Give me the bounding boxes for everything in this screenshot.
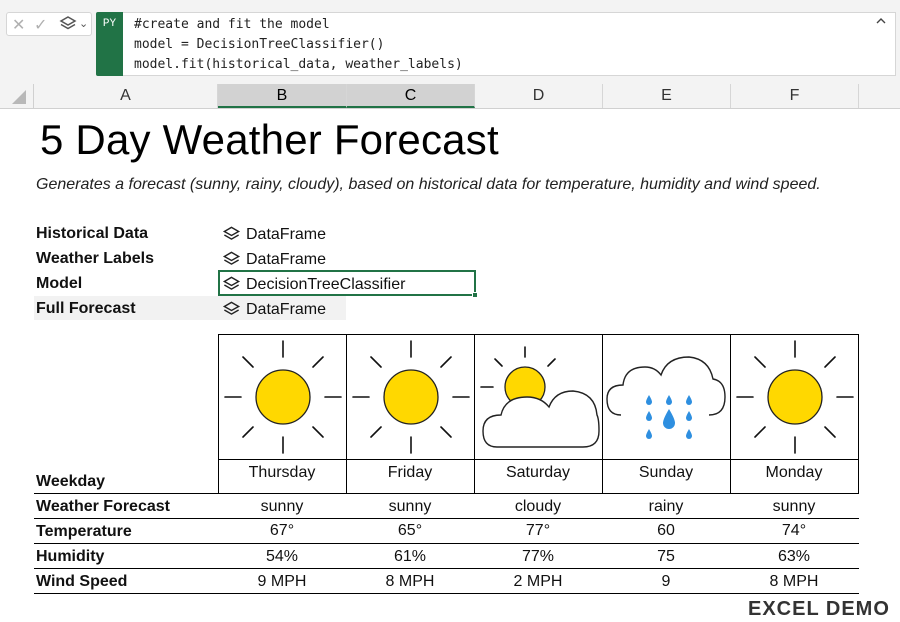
- code-line: #create and fit the model: [134, 17, 330, 32]
- label-model: Model: [36, 275, 83, 292]
- grid-line: [34, 493, 859, 494]
- humidity-cell[interactable]: 54%: [218, 548, 346, 566]
- column-header-c[interactable]: C: [347, 84, 475, 108]
- row-label-weekday: Weekday: [36, 473, 106, 490]
- grid-line: [858, 459, 859, 494]
- label-historical-data: Historical Data: [36, 225, 149, 242]
- weather-icon-cell: [218, 334, 347, 460]
- page-subtitle: Generates a forecast (sunny, rainy, clou…: [36, 176, 821, 193]
- cancel-icon[interactable]: ✕: [12, 15, 25, 34]
- column-header-d[interactable]: D: [475, 84, 603, 108]
- cell-historical-data[interactable]: DataFrame: [222, 225, 326, 244]
- temperature-cell[interactable]: 77°: [474, 522, 602, 540]
- cell-value: DataFrame: [246, 300, 327, 318]
- weekday-cell[interactable]: Sunday: [602, 464, 730, 482]
- sun-icon: [736, 340, 854, 454]
- column-header-b[interactable]: B: [218, 84, 347, 108]
- temperature-cell[interactable]: 74°: [730, 522, 858, 540]
- fill-handle[interactable]: [472, 292, 478, 298]
- cell-value: DataFrame: [246, 225, 327, 243]
- cloudy-icon: [480, 346, 600, 448]
- humidity-cell[interactable]: 75: [602, 548, 730, 566]
- weather-cell[interactable]: rainy: [602, 498, 730, 516]
- temperature-cell[interactable]: 60: [602, 522, 730, 540]
- collapse-formula-bar-icon[interactable]: [875, 15, 887, 30]
- weather-icon-cell: [474, 334, 603, 460]
- sun-icon: [224, 340, 342, 454]
- weather-icon-cell: [346, 334, 475, 460]
- row-label-temperature: Temperature: [36, 523, 132, 540]
- humidity-cell[interactable]: 77%: [474, 548, 602, 566]
- wind-speed-cell[interactable]: 2 MPH: [474, 573, 602, 591]
- name-box[interactable]: ✕ ✓ ⌄: [6, 12, 92, 36]
- grid-line: [34, 593, 859, 594]
- weekday-cell[interactable]: Saturday: [474, 464, 602, 482]
- weekday-cell[interactable]: Monday: [730, 464, 858, 482]
- humidity-cell[interactable]: 63%: [730, 548, 858, 566]
- code-line: model.fit(historical_data, weather_label…: [134, 57, 463, 72]
- rain-icon: [606, 356, 726, 439]
- cell-weather-labels[interactable]: DataFrame: [222, 250, 326, 269]
- python-object-icon[interactable]: [58, 14, 78, 38]
- wind-speed-cell[interactable]: 9 MPH: [218, 573, 346, 591]
- watermark-logo: EXCEL DEMO: [748, 598, 890, 620]
- python-badge: PY: [96, 12, 123, 76]
- select-all-icon: [12, 90, 26, 104]
- label-full-forecast: Full Forecast: [36, 300, 136, 317]
- grid-line: [218, 459, 859, 460]
- grid-line: [34, 518, 859, 519]
- weather-cell[interactable]: sunny: [730, 498, 858, 516]
- python-object-icon: [222, 301, 241, 315]
- grid-line: [34, 568, 859, 569]
- wind-speed-cell[interactable]: 9: [602, 573, 730, 591]
- python-object-icon: [222, 251, 241, 265]
- temperature-cell[interactable]: 65°: [346, 522, 474, 540]
- wind-speed-cell[interactable]: 8 MPH: [346, 573, 474, 591]
- grid-line: [34, 543, 859, 544]
- row-label-weather-forecast: Weather Forecast: [36, 498, 170, 515]
- weather-cell[interactable]: sunny: [218, 498, 346, 516]
- label-weather-labels: Weather Labels: [36, 250, 154, 267]
- code-line: model = DecisionTreeClassifier(): [134, 37, 385, 52]
- cell-value: DataFrame: [246, 250, 327, 268]
- wind-speed-cell[interactable]: 8 MPH: [730, 573, 858, 591]
- temperature-cell[interactable]: 67°: [218, 522, 346, 540]
- formula-bar: ✕ ✓ ⌄ PY #create and fit the model model…: [0, 0, 900, 84]
- column-header-f[interactable]: F: [731, 84, 859, 108]
- active-cell-border: [218, 270, 478, 298]
- weekday-cell[interactable]: Thursday: [218, 464, 346, 482]
- weather-icon-cell: [730, 334, 859, 460]
- formula-input[interactable]: #create and fit the model model = Decisi…: [123, 12, 896, 76]
- python-object-icon: [222, 226, 241, 240]
- cell-full-forecast[interactable]: DataFrame: [222, 300, 326, 319]
- select-all-button[interactable]: [0, 84, 34, 108]
- sun-icon: [352, 340, 470, 454]
- column-header-a[interactable]: A: [34, 84, 218, 108]
- column-header-e[interactable]: E: [603, 84, 731, 108]
- row-label-wind-speed: Wind Speed: [36, 573, 128, 590]
- humidity-cell[interactable]: 61%: [346, 548, 474, 566]
- check-icon[interactable]: ✓: [34, 15, 47, 34]
- row-label-humidity: Humidity: [36, 548, 105, 565]
- page-title: 5 Day Weather Forecast: [40, 116, 499, 163]
- column-headers: A B C D E F: [0, 84, 900, 109]
- weekday-cell[interactable]: Friday: [346, 464, 474, 482]
- chevron-down-icon[interactable]: ⌄: [79, 17, 88, 30]
- weather-icon-cell: [602, 334, 731, 460]
- weather-cell[interactable]: cloudy: [474, 498, 602, 516]
- weather-cell[interactable]: sunny: [346, 498, 474, 516]
